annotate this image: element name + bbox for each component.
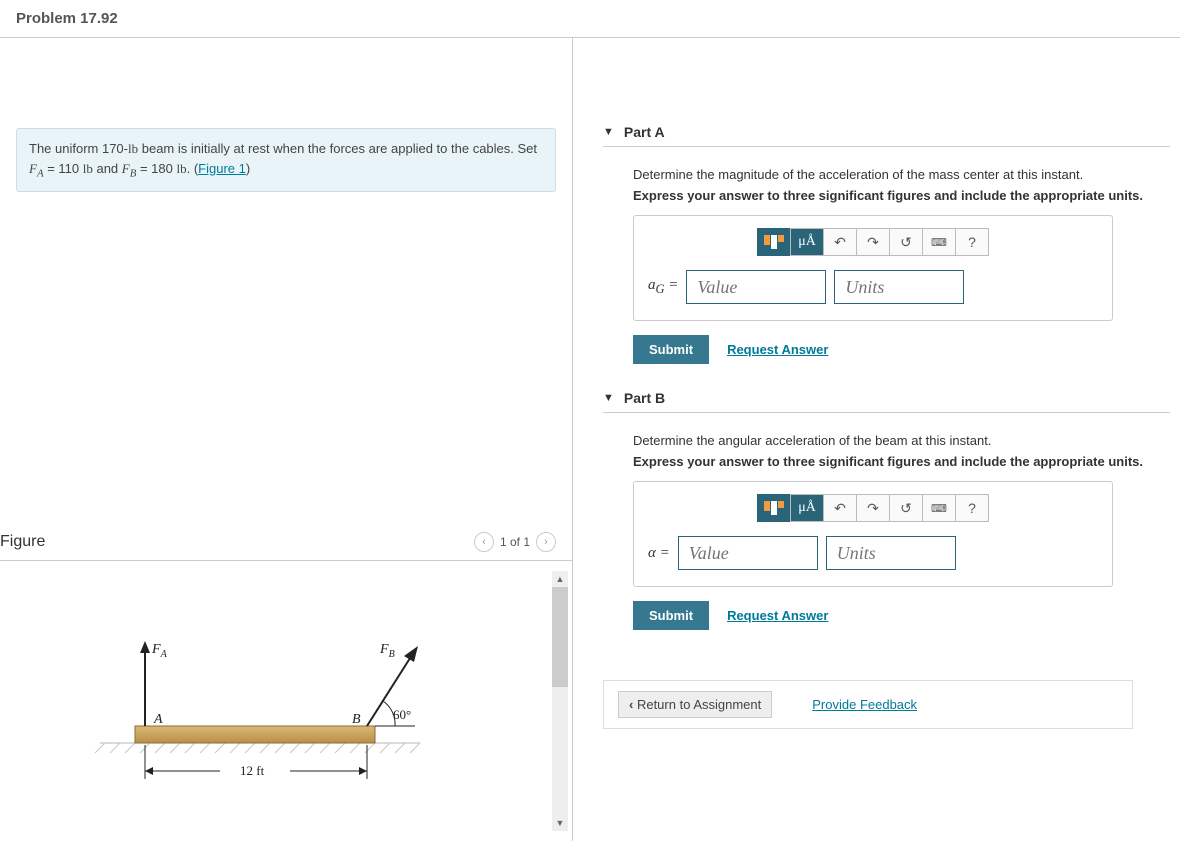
undo-button[interactable]: ↶ [823, 228, 857, 256]
figure-diagram: FA A FB B 60° 12 ft [0, 561, 540, 821]
part-b-header[interactable]: ▼ Part B [603, 384, 1170, 413]
return-button[interactable]: ‹ Return to Assignment [618, 691, 772, 718]
left-column: The uniform 170-lb beam is initially at … [0, 38, 573, 841]
eq: = [665, 277, 679, 293]
txt: The uniform 170- [29, 141, 128, 156]
txt: . ( [187, 161, 199, 176]
sym: a [648, 277, 656, 293]
part-b-submit-row: Submit Request Answer [633, 601, 1170, 630]
reset-button[interactable]: ↺ [889, 494, 923, 522]
angle-label: 60° [393, 707, 411, 722]
part-a-var: aG = [648, 277, 678, 297]
part-a-header[interactable]: ▼ Part A [603, 118, 1170, 147]
txt: ) [246, 161, 250, 176]
keyboard-button[interactable]: ⌨ [922, 228, 956, 256]
part-b-answer-box: μÅ ↶ ↷ ↺ ⌨ ? α = [633, 481, 1113, 587]
part-b-var: α = [648, 545, 670, 562]
content: The uniform 170-lb beam is initially at … [0, 38, 1180, 841]
right-column: ▼ Part A Determine the magnitude of the … [573, 38, 1180, 841]
part-a-title: Part A [624, 124, 665, 140]
part-b-instr1: Determine the angular acceleration of th… [633, 433, 1170, 448]
part-b-request-answer-link[interactable]: Request Answer [727, 608, 828, 623]
figure-pager: ‹ 1 of 1 › [474, 532, 556, 552]
reset-button[interactable]: ↺ [889, 228, 923, 256]
sym: F [122, 161, 130, 176]
units-mu-button[interactable]: μÅ [790, 228, 824, 256]
page-header: Problem 17.92 [0, 0, 1180, 38]
template-button[interactable] [757, 228, 791, 256]
redo-button[interactable]: ↷ [856, 494, 890, 522]
part-a-answer-box: μÅ ↶ ↷ ↺ ⌨ ? aG = [633, 215, 1113, 321]
pt-b: B [352, 712, 361, 727]
fa-f: F [151, 642, 161, 657]
part-a-submit-row: Submit Request Answer [633, 335, 1170, 364]
part-a-instr1: Determine the magnitude of the accelerat… [633, 167, 1170, 182]
part-b-units-input[interactable] [826, 536, 956, 570]
template-button[interactable] [757, 494, 791, 522]
caret-down-icon: ▼ [603, 126, 614, 138]
sub: G [656, 282, 665, 296]
part-b-submit-button[interactable]: Submit [633, 601, 709, 630]
sym: α [648, 545, 656, 561]
figure-area: FA A FB B 60° 12 ft ▲ [0, 561, 572, 841]
figure-header: Figure ‹ 1 of 1 › [0, 532, 572, 561]
part-a-submit-button[interactable]: Submit [633, 335, 709, 364]
redo-button[interactable]: ↷ [856, 228, 890, 256]
sym: F [29, 161, 37, 176]
part-b-toolbar: μÅ ↶ ↷ ↺ ⌨ ? [648, 494, 1098, 522]
part-a-input-row: aG = [648, 270, 1098, 304]
unit: lb [128, 141, 138, 156]
pt-a: A [153, 712, 163, 727]
scroll-up-icon[interactable]: ▲ [552, 571, 568, 587]
figure-link[interactable]: Figure 1 [198, 161, 246, 176]
footer-row: ‹ Return to Assignment Provide Feedback [603, 680, 1133, 729]
part-b-title: Part B [624, 390, 665, 406]
help-button[interactable]: ? [955, 494, 989, 522]
part-a-value-input[interactable] [686, 270, 826, 304]
problem-title: Problem 17.92 [16, 10, 1164, 27]
help-button[interactable]: ? [955, 228, 989, 256]
undo-button[interactable]: ↶ [823, 494, 857, 522]
eq: = [656, 545, 670, 561]
txt: = 110 [44, 161, 83, 176]
fb-b: B [389, 649, 395, 660]
unit: lb [83, 161, 93, 176]
sub: A [37, 167, 44, 179]
keyboard-icon: ⌨ [931, 502, 947, 515]
part-b-body: Determine the angular acceleration of th… [603, 413, 1170, 650]
dim-label: 12 ft [240, 763, 265, 778]
svg-text:FA: FA [151, 642, 168, 660]
part-a-toolbar: μÅ ↶ ↷ ↺ ⌨ ? [648, 228, 1098, 256]
pager-text: 1 of 1 [500, 535, 530, 549]
txt: = 180 [136, 161, 176, 176]
problem-statement: The uniform 170-lb beam is initially at … [16, 128, 556, 192]
scroll-down-icon[interactable]: ▼ [552, 815, 568, 831]
units-mu-button[interactable]: μÅ [790, 494, 824, 522]
fa-a: A [160, 649, 168, 660]
provide-feedback-link[interactable]: Provide Feedback [812, 697, 917, 712]
part-a-units-input[interactable] [834, 270, 964, 304]
next-figure-button[interactable]: › [536, 532, 556, 552]
scroll-thumb[interactable] [552, 587, 568, 687]
part-a-instr2: Express your answer to three significant… [633, 188, 1170, 203]
keyboard-icon: ⌨ [931, 236, 947, 249]
part-a-request-answer-link[interactable]: Request Answer [727, 342, 828, 357]
txt: and [93, 161, 122, 176]
keyboard-button[interactable]: ⌨ [922, 494, 956, 522]
part-a-body: Determine the magnitude of the accelerat… [603, 147, 1170, 384]
svg-text:FB: FB [379, 642, 395, 660]
part-b-input-row: α = [648, 536, 1098, 570]
unit: lb [176, 161, 186, 176]
part-b-value-input[interactable] [678, 536, 818, 570]
prev-figure-button[interactable]: ‹ [474, 532, 494, 552]
txt: beam is initially at rest when the force… [138, 141, 537, 156]
caret-down-icon: ▼ [603, 392, 614, 404]
figure-title: Figure [0, 533, 45, 551]
part-b-instr2: Express your answer to three significant… [633, 454, 1170, 469]
chevron-left-icon: ‹ [629, 697, 637, 712]
fb-f: F [379, 642, 389, 657]
figure-scrollbar[interactable]: ▲ ▼ [552, 571, 568, 831]
return-label: Return to Assignment [637, 697, 761, 712]
